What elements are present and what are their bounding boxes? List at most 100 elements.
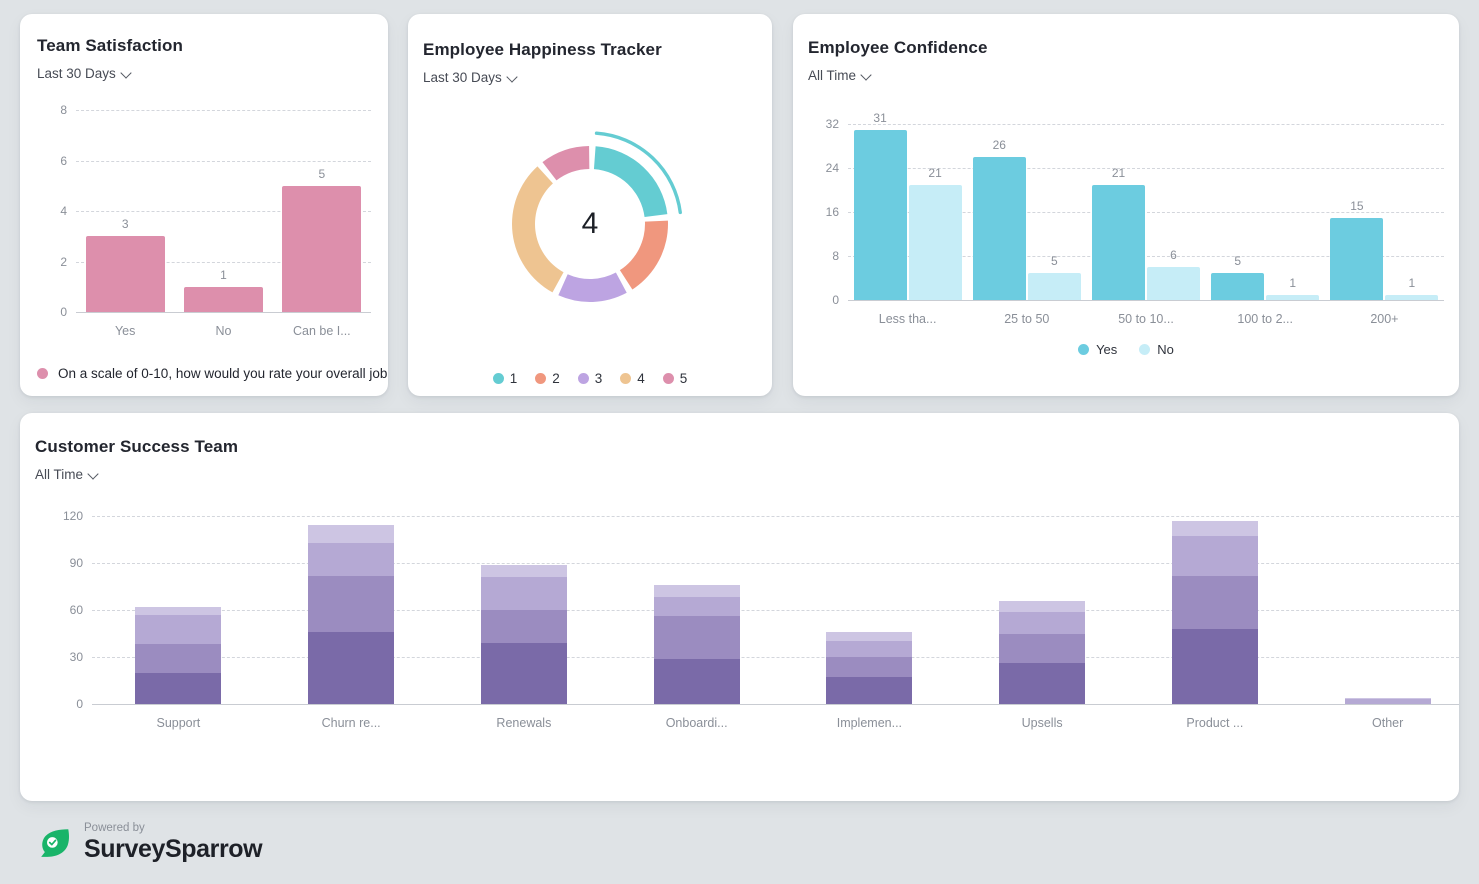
bar-employee-confidence[interactable]: [1385, 294, 1439, 300]
stack-segment[interactable]: [480, 577, 567, 610]
stack-segment[interactable]: [1171, 520, 1258, 537]
donut-segment[interactable]: [619, 220, 668, 290]
bar-employee-confidence[interactable]: [1147, 267, 1200, 300]
legend-item-label: On a scale of 0-10, how would you rate y…: [58, 366, 388, 381]
bar-value-label: 15: [1350, 198, 1364, 213]
bar-value-label: 21: [928, 165, 942, 180]
stack-segment[interactable]: [308, 575, 395, 632]
bar-value-label: 1: [1408, 275, 1416, 290]
stack-segment[interactable]: [308, 631, 395, 704]
gridline: [76, 160, 371, 162]
legend-team-satisfaction: On a scale of 0-10, how would you rate y…: [37, 366, 388, 381]
y-axis-tick-label: 16: [825, 205, 839, 219]
legend-item-label: 5: [679, 371, 688, 386]
legend-color-swatch: [37, 368, 48, 379]
stack-segment[interactable]: [653, 584, 740, 598]
stack-segment[interactable]: [826, 631, 913, 642]
bar-customer-success-stack[interactable]: [480, 564, 567, 704]
stack-segment[interactable]: [826, 641, 913, 657]
stack-segment[interactable]: [999, 611, 1086, 634]
x-axis-tick-label: 25 to 50: [1004, 312, 1050, 326]
legend-color-swatch: [535, 373, 547, 384]
card-header: Team Satisfaction Last 30 Days: [20, 36, 388, 83]
y-axis-tick-label: 32: [825, 117, 839, 131]
card-employee-confidence: Employee Confidence All Time 0 8 16 24 32 31 2…: [793, 14, 1459, 396]
stack-segment[interactable]: [1171, 536, 1258, 576]
bar-customer-success-stack[interactable]: [135, 606, 222, 704]
bar-customer-success-stack[interactable]: [653, 584, 740, 704]
stack-segment[interactable]: [1171, 628, 1258, 704]
stack-segment[interactable]: [480, 642, 567, 704]
y-axis-tick-label: 120: [62, 509, 83, 523]
legend-employee-happiness: 1 2 3 4 5: [408, 371, 772, 386]
bar-customer-success-stack[interactable]: [1171, 520, 1258, 704]
bar-employee-confidence[interactable]: [908, 184, 962, 300]
donut-segment[interactable]: [558, 272, 627, 302]
page-title-employee-confidence: Employee Confidence: [808, 38, 988, 57]
chevron-down-icon: [122, 68, 133, 79]
dashboard-root: Team Satisfaction Last 30 Days 0 2 4 6 8 3 Yes…: [0, 0, 1479, 884]
stack-segment[interactable]: [1171, 575, 1258, 629]
stack-segment[interactable]: [826, 657, 913, 678]
bar-employee-confidence[interactable]: [1092, 184, 1145, 300]
date-range-selector-happiness[interactable]: Last 30 Days: [423, 70, 519, 85]
bar-team-satisfaction[interactable]: [85, 236, 165, 312]
stack-segment[interactable]: [135, 644, 222, 673]
stack-segment[interactable]: [1344, 699, 1431, 704]
stack-segment[interactable]: [480, 610, 567, 643]
bar-employee-confidence[interactable]: [1211, 272, 1265, 300]
bar-employee-confidence[interactable]: [853, 129, 907, 300]
bar-customer-success-stack[interactable]: [826, 631, 913, 704]
bar-team-satisfaction[interactable]: [184, 286, 263, 312]
stack-segment[interactable]: [999, 600, 1086, 612]
y-axis-tick-label: 0: [60, 305, 67, 319]
x-axis-tick-label: Product ...: [1186, 716, 1244, 730]
x-axis-tick-label: Churn re...: [321, 716, 381, 730]
date-range-selector-confidence[interactable]: All Time: [808, 68, 873, 83]
card-header: Employee Confidence All Time: [793, 38, 1459, 85]
stack-segment[interactable]: [480, 564, 567, 578]
legend-item[interactable]: 4: [620, 371, 645, 386]
gridline: [848, 124, 1444, 125]
stack-segment[interactable]: [999, 633, 1086, 664]
x-axis-line: [92, 704, 1459, 705]
legend-item[interactable]: 2: [535, 371, 560, 386]
bar-team-satisfaction[interactable]: [282, 185, 362, 312]
legend-item[interactable]: No: [1139, 342, 1174, 357]
donut-segment[interactable]: [512, 166, 564, 293]
stack-segment[interactable]: [135, 606, 222, 615]
stack-segment[interactable]: [308, 542, 395, 576]
date-range-selector-satisfaction[interactable]: Last 30 Days: [37, 66, 133, 81]
gridline: [76, 110, 371, 111]
bar-employee-confidence[interactable]: [1266, 294, 1320, 300]
page-title-team-satisfaction: Team Satisfaction: [37, 36, 183, 55]
bar-employee-confidence[interactable]: [972, 157, 1026, 300]
date-range-selector-success[interactable]: All Time: [35, 467, 100, 482]
stack-segment[interactable]: [653, 616, 740, 659]
bar-customer-success-stack[interactable]: [308, 525, 395, 704]
legend-item[interactable]: 3: [577, 371, 602, 386]
stack-segment[interactable]: [308, 525, 395, 543]
x-axis-tick-label: Implemen...: [836, 716, 903, 730]
stack-segment[interactable]: [1344, 697, 1431, 700]
bar-value-label: 3: [121, 217, 129, 232]
bar-value-label: 5: [1050, 253, 1058, 268]
stack-segment[interactable]: [135, 614, 222, 645]
x-axis-tick-label: 50 to 10...: [1118, 312, 1174, 326]
donut-segment[interactable]: [542, 146, 590, 181]
bar-customer-success-stack[interactable]: [1344, 697, 1431, 704]
legend-item[interactable]: 1: [492, 371, 517, 386]
legend-employee-confidence: Yes No: [793, 342, 1459, 357]
stack-segment[interactable]: [653, 597, 740, 617]
bar-employee-confidence[interactable]: [1330, 217, 1384, 300]
legend-item[interactable]: Yes: [1078, 342, 1117, 357]
legend-item[interactable]: 5: [662, 371, 688, 386]
stack-segment[interactable]: [653, 658, 740, 704]
legend-color-swatch: [577, 373, 589, 384]
stack-segment[interactable]: [826, 677, 913, 704]
bar-customer-success-stack[interactable]: [999, 600, 1086, 704]
stack-segment[interactable]: [135, 672, 222, 704]
stack-segment[interactable]: [999, 663, 1086, 704]
bar-employee-confidence[interactable]: [1027, 272, 1081, 300]
donut-segment[interactable]: [593, 146, 668, 217]
